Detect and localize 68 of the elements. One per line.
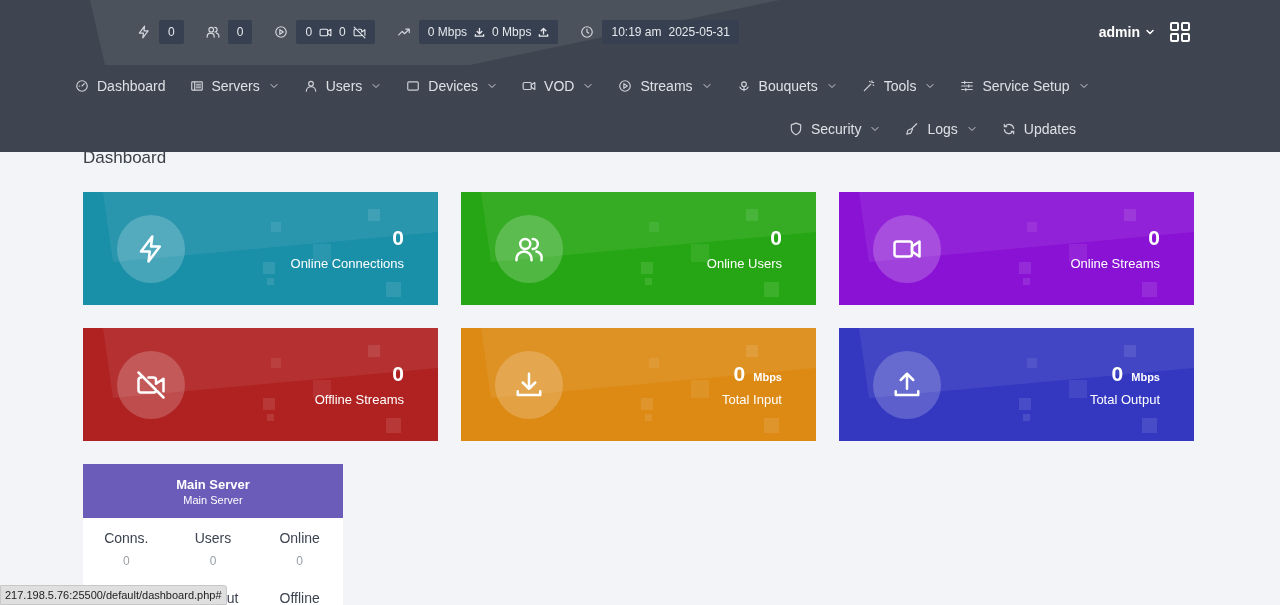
server-icon <box>189 78 204 93</box>
play-circle-icon <box>274 25 289 39</box>
page-title: Dashboard <box>83 152 168 169</box>
nav-menu-item[interactable]: Bouquets <box>736 77 838 94</box>
server-stat-label: Online <box>278 530 321 546</box>
user-menu[interactable]: admin <box>1098 24 1156 40</box>
gauge-icon <box>75 78 89 93</box>
server-stat-label: Users <box>193 530 233 546</box>
server-stat-value: 0 <box>208 554 218 568</box>
flower-icon <box>736 78 751 93</box>
bandwidth-in: 0 Mbps <box>427 25 468 39</box>
download-icon <box>474 26 486 38</box>
stat-value: 0 <box>770 226 782 250</box>
nav-menu-item[interactable]: Tools <box>861 77 937 94</box>
broom-icon <box>905 121 920 136</box>
nav-menu-item[interactable]: Users <box>303 77 383 94</box>
upload-icon <box>538 26 550 38</box>
stat-value: 0 <box>1148 226 1160 250</box>
server-subtitle: Main Server <box>182 493 244 506</box>
user-icon <box>303 78 318 93</box>
play-circle-icon <box>618 78 633 93</box>
server-stat-label: Conns. <box>103 530 150 546</box>
stat-unit: Mbps <box>753 371 782 383</box>
monitor-icon <box>406 78 421 93</box>
nav-menu-item[interactable]: Servers <box>189 77 280 94</box>
stat-label: Online Streams <box>1070 256 1160 271</box>
date-text: 2025-05-31 <box>668 25 730 39</box>
live-streams-count: 0 <box>305 25 313 39</box>
stat-value: 0 <box>733 362 746 386</box>
server-stat-value: 0 <box>295 554 304 568</box>
status-url: 217.198.5.76:25500/default/dashboard.php# <box>0 585 227 605</box>
connections-count: 0 <box>159 20 184 44</box>
nav-menu-item[interactable]: VOD <box>522 77 595 94</box>
stat-unit: Mbps <box>1131 371 1160 383</box>
refresh-icon <box>1001 121 1016 136</box>
stat-label: Offline Streams <box>314 392 404 407</box>
bandwidth-out: 0 Mbps <box>492 25 532 39</box>
stat-label: Total Output <box>1089 392 1160 407</box>
sliders-icon <box>960 78 975 93</box>
video-streams-count: 0 <box>339 25 346 39</box>
apps-grid-icon[interactable] <box>1170 22 1190 42</box>
server-stat-label: ut <box>226 590 239 605</box>
magic-wand-icon <box>861 78 876 93</box>
nav-menu-item[interactable]: Logs <box>905 120 978 137</box>
video-off-icon <box>352 25 366 39</box>
server-stat-label: Offline <box>279 590 320 605</box>
users-count: 0 <box>227 20 253 44</box>
server-stat-value: 0 <box>122 554 131 568</box>
nav-menu-item[interactable]: Security <box>788 120 882 137</box>
stat-value: 0 <box>392 226 404 250</box>
nav-menu-item[interactable]: Devices <box>406 77 499 94</box>
clock-icon <box>580 25 595 39</box>
stat-value: 0 <box>392 362 404 386</box>
time-text: 10:19 am <box>611 25 662 39</box>
stat-label: Online Connections <box>290 256 404 271</box>
lightning-icon <box>137 25 151 39</box>
server-title: Main Server <box>175 476 251 492</box>
nav-menu-item[interactable]: Streams <box>618 77 713 94</box>
nav-menu-item[interactable]: Dashboard <box>75 77 166 94</box>
video-off-icon <box>136 369 166 400</box>
nav-menu-item[interactable]: Service Setup <box>960 77 1090 94</box>
shield-icon <box>788 121 803 136</box>
stat-label: Total Input <box>722 392 782 407</box>
users-icon <box>205 25 220 39</box>
stat-value: 0 <box>1111 362 1124 386</box>
nav-menu-item[interactable]: Updates <box>1001 120 1076 137</box>
trend-up-icon <box>396 25 411 39</box>
stat-label: Online Users <box>706 256 782 271</box>
